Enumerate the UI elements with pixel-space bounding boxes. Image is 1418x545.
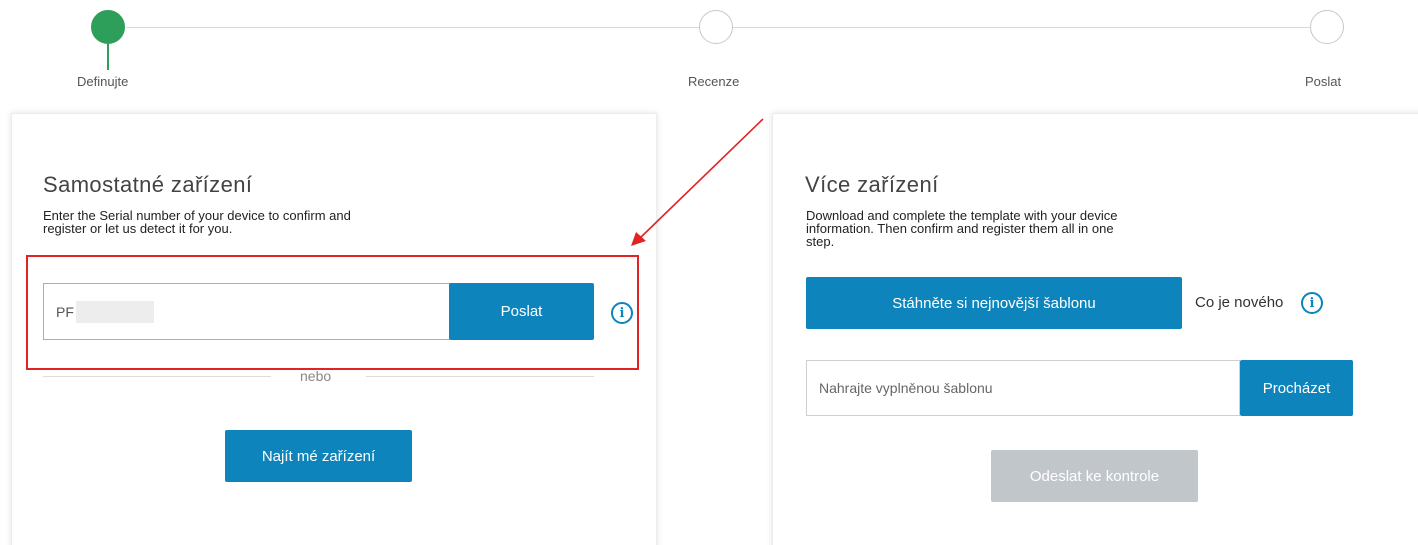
annotation-arrow	[631, 118, 764, 246]
